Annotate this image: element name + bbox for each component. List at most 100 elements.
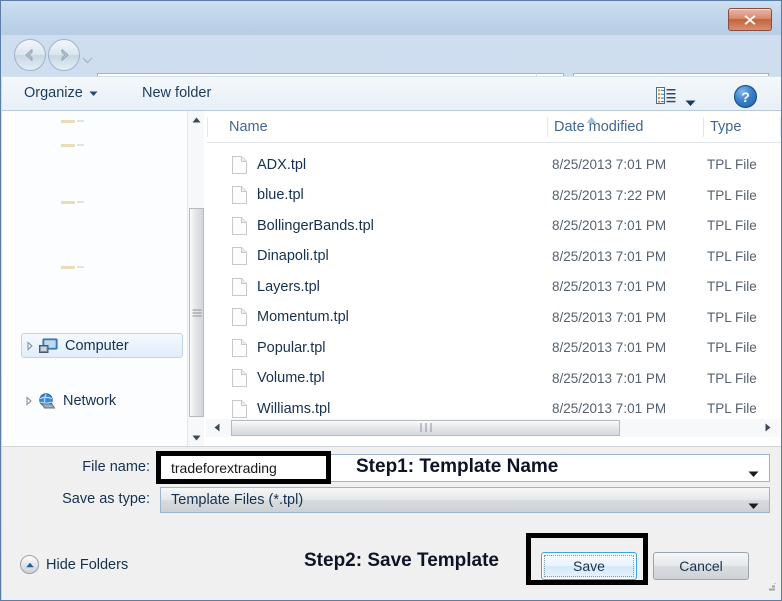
file-icon	[232, 277, 247, 296]
back-arrow-icon	[25, 49, 33, 61]
hide-folders-button[interactable]: Hide Folders	[20, 555, 128, 574]
scroll-down-button[interactable]	[188, 429, 204, 446]
file-row[interactable]: Popular.tpl 8/25/2013 7:01 PM TPL File	[207, 334, 781, 361]
forward-button[interactable]	[48, 39, 80, 71]
view-mode-dropdown[interactable]	[685, 94, 696, 112]
scroll-right-button[interactable]	[759, 419, 776, 436]
help-label: ?	[741, 88, 750, 105]
file-name-input[interactable]	[161, 459, 313, 477]
file-type: TPL File	[707, 248, 757, 264]
triangle-down-icon	[192, 435, 200, 440]
address-bar: « Program Files templates	[1, 35, 781, 100]
column-header-date-modified[interactable]: Date modified	[554, 119, 643, 135]
file-icon	[232, 155, 247, 174]
column-header-type[interactable]: Type	[710, 119, 741, 135]
new-folder-button[interactable]: New folder	[142, 85, 211, 101]
file-list-horizontal-scrollbar[interactable]	[206, 419, 780, 437]
view-mode-icon[interactable]	[656, 87, 676, 109]
file-date-modified: 8/25/2013 7:01 PM	[552, 309, 667, 325]
file-row[interactable]: blue.tpl 8/25/2013 7:22 PM TPL File	[207, 182, 781, 209]
triangle-left-icon	[214, 423, 219, 432]
file-date-modified: 8/25/2013 7:01 PM	[552, 218, 667, 233]
file-name: Volume.tpl	[257, 370, 325, 386]
file-name-dropdown-button[interactable]	[748, 465, 759, 483]
file-date-modified: 8/25/2013 7:01 PM	[552, 340, 667, 355]
network-icon	[39, 392, 56, 408]
file-name: Williams.tpl	[257, 400, 331, 417]
title-bar	[1, 1, 781, 35]
expand-triangle-icon[interactable]	[26, 340, 34, 351]
file-type: TPL File	[707, 340, 757, 355]
file-date-modified: 8/25/2013 7:22 PM	[552, 187, 667, 203]
file-name: Momentum.tpl	[257, 309, 349, 325]
resize-grip-icon[interactable]	[765, 579, 777, 597]
close-button[interactable]	[728, 8, 772, 31]
save-button-label: Save	[573, 558, 605, 574]
nav-item-computer[interactable]: Computer	[21, 333, 183, 358]
file-row[interactable]: BollingerBands.tpl 8/25/2013 7:01 PM TPL F…	[207, 212, 781, 239]
file-row[interactable]: Momentum.tpl 8/25/2013 7:01 PM TPL File	[207, 304, 781, 331]
save-as-dialog: « Program Files templates	[0, 0, 782, 601]
file-icon	[232, 338, 247, 357]
scrollbar-thumb[interactable]	[189, 208, 204, 417]
file-date-modified: 8/25/2013 7:01 PM	[552, 157, 667, 172]
file-type: TPL File	[707, 401, 757, 416]
annotation-step2: Step2: Save Template	[304, 550, 500, 571]
file-type: TPL File	[707, 218, 757, 233]
file-type: TPL File	[707, 157, 757, 172]
file-name: BollingerBands.tpl	[257, 217, 374, 234]
forward-arrow-icon	[61, 49, 69, 61]
chevron-down-icon[interactable]	[748, 497, 759, 515]
file-icon	[232, 369, 247, 387]
file-row[interactable]: Williams.tpl 8/25/2013 7:01 PM TPL File	[207, 395, 781, 422]
scroll-left-button[interactable]	[208, 419, 225, 436]
file-date-modified: 8/25/2013 7:01 PM	[552, 248, 667, 264]
file-name: Layers.tpl	[257, 278, 320, 295]
column-header-row: Name Date modified Type	[207, 111, 781, 143]
file-date-modified: 8/25/2013 7:01 PM	[552, 370, 667, 386]
save-button[interactable]: Save	[541, 552, 637, 580]
navpane-vertical-scrollbar[interactable]	[187, 111, 204, 446]
chevron-down-icon	[685, 100, 696, 106]
file-row[interactable]: Dinapoli.tpl 8/25/2013 7:01 PM TPL File	[207, 243, 781, 270]
save-as-type-label: Save as type:	[62, 491, 150, 507]
file-row[interactable]: ADX.tpl 8/25/2013 7:01 PM TPL File	[207, 151, 781, 178]
sort-ascending-icon	[585, 111, 598, 129]
annotation-step1: Step1: Template Name	[356, 456, 559, 477]
save-as-type-select[interactable]: Template Files (*.tpl)	[160, 487, 770, 513]
chevron-down-icon	[89, 85, 98, 101]
scrollbar-grip	[418, 419, 433, 437]
computer-icon	[39, 338, 58, 353]
help-button[interactable]: ?	[734, 85, 757, 108]
back-button[interactable]	[14, 39, 46, 71]
chevron-down-icon	[748, 471, 759, 477]
organize-button[interactable]: Organize	[24, 85, 98, 101]
column-header-name[interactable]: Name	[229, 119, 268, 135]
file-name: ADX.tpl	[257, 156, 307, 173]
file-icon	[232, 186, 247, 204]
file-icon	[232, 308, 247, 326]
file-list-pane: Name Date modified Type ADX.tpl 8/25/2013…	[207, 111, 781, 446]
file-icon	[232, 216, 247, 235]
triangle-up-icon	[20, 555, 39, 574]
file-date-modified: 8/25/2013 7:01 PM	[552, 279, 667, 294]
recent-locations-button[interactable]	[82, 51, 93, 69]
expand-triangle-icon[interactable]	[25, 395, 33, 406]
nav-item-network[interactable]: Network	[21, 388, 183, 413]
triangle-right-icon	[765, 423, 770, 432]
chevron-down-icon	[82, 57, 93, 64]
scroll-up-button[interactable]	[188, 111, 204, 128]
toolbar: Organize New folder ?	[2, 76, 781, 111]
scrollbar-thumb[interactable]	[231, 420, 620, 436]
cancel-button[interactable]: Cancel	[653, 552, 749, 580]
organize-label: Organize	[24, 85, 83, 101]
file-name: blue.tpl	[257, 187, 304, 203]
file-type: TPL File	[707, 370, 757, 386]
navigation-pane: Computer Network	[13, 111, 187, 446]
file-name: Dinapoli.tpl	[257, 248, 329, 264]
file-row[interactable]: Layers.tpl 8/25/2013 7:01 PM TPL File	[207, 273, 781, 300]
nav-item-label: Computer	[65, 337, 129, 354]
file-icon	[232, 399, 247, 418]
file-row[interactable]: Volume.tpl 8/25/2013 7:01 PM TPL File	[207, 365, 781, 392]
file-type: TPL File	[707, 187, 757, 203]
